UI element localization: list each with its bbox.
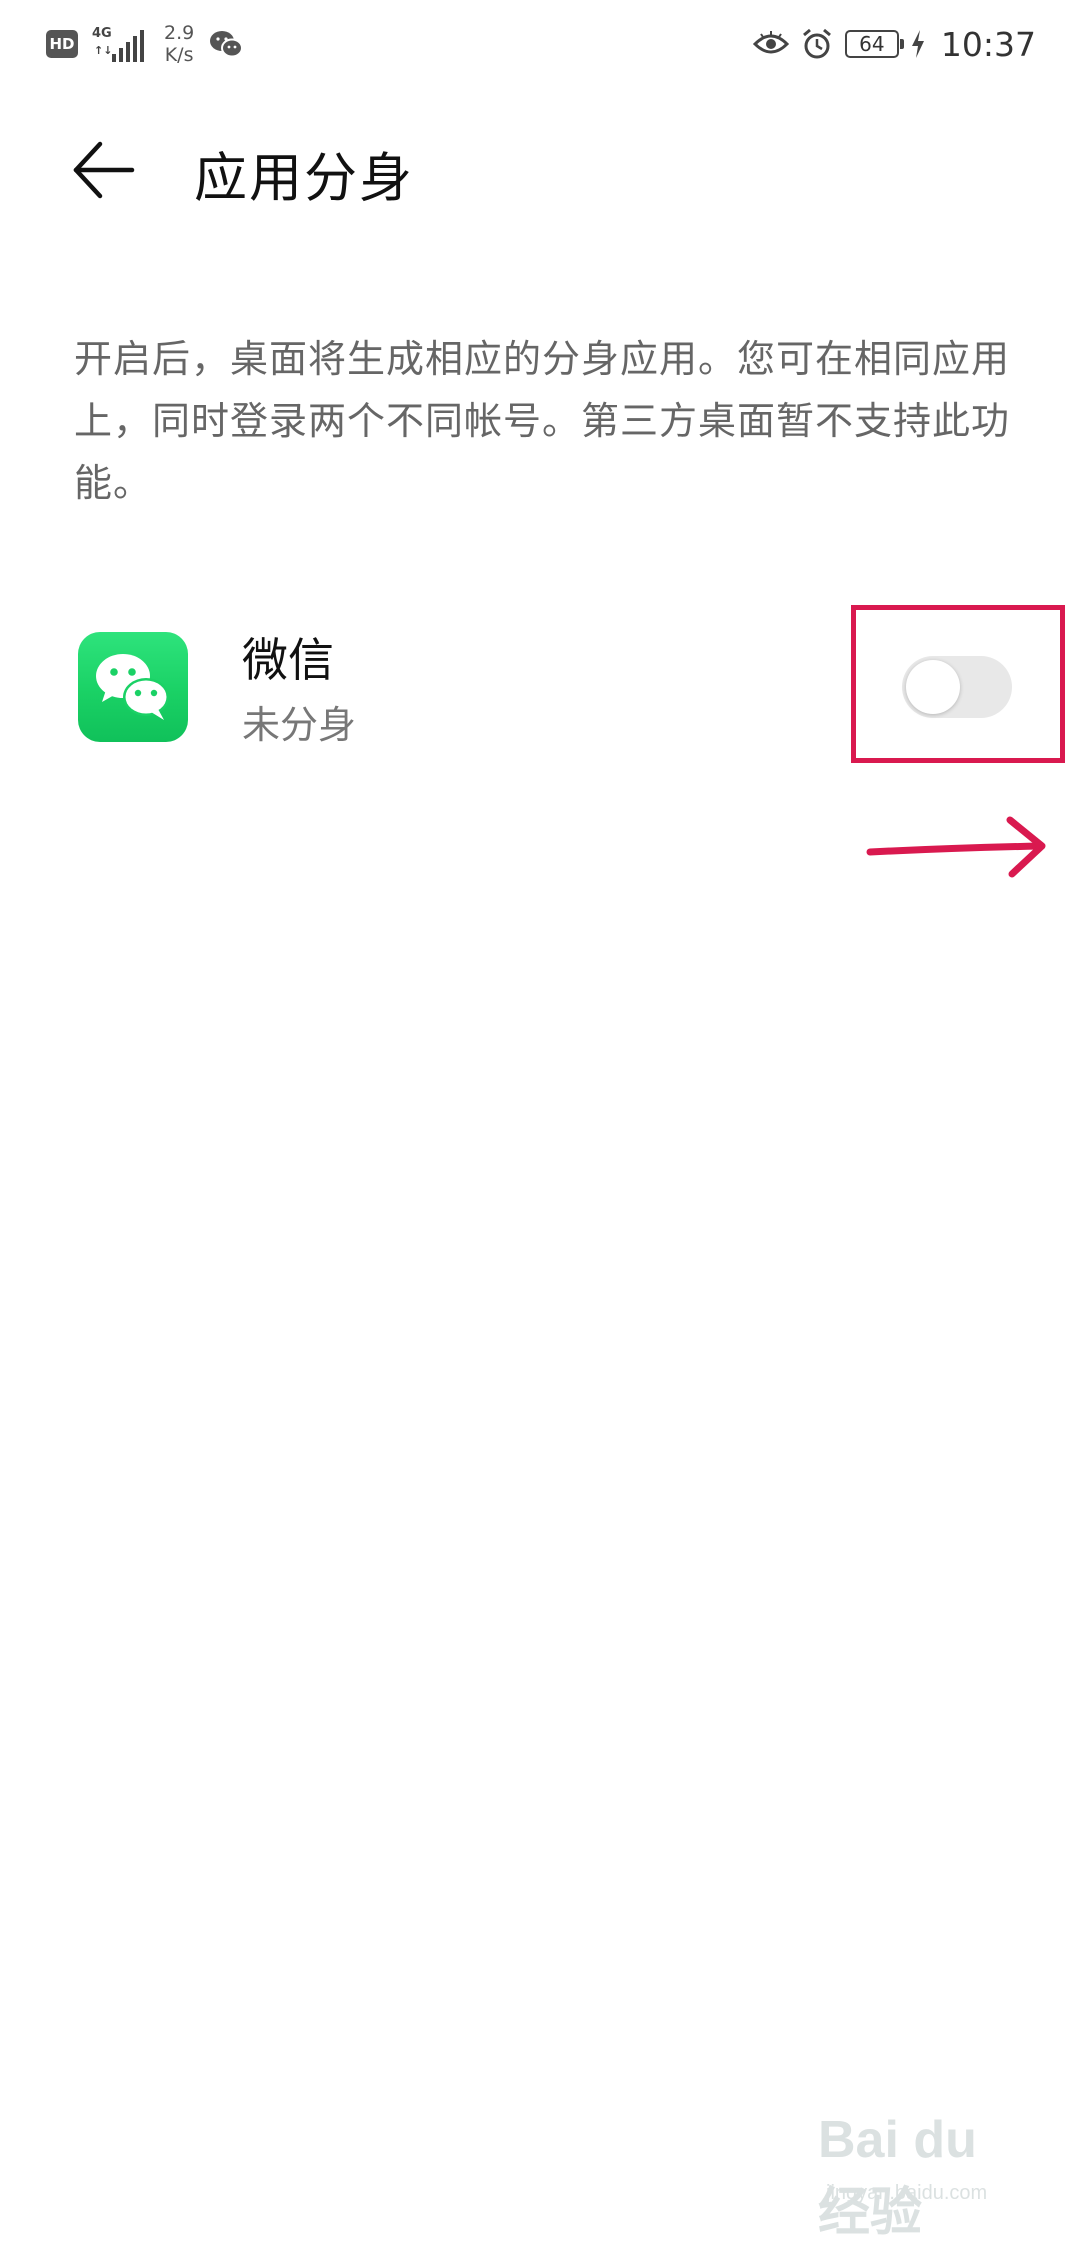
battery-level: 64 <box>859 32 885 56</box>
watermark-logo-text: Bai du 经验 <box>818 2111 977 2242</box>
eye-comfort-icon <box>752 31 789 54</box>
page-title: 应用分身 <box>194 148 414 209</box>
network-speed: 2.9 K/s <box>164 22 194 66</box>
feature-description: 开启后，桌面将生成相应的分身应用。您可在相同应用上，同时登录两个不同帐号。第三方… <box>74 337 1011 505</box>
speed-unit: K/s <box>164 44 194 66</box>
network-type: 4G <box>92 26 112 41</box>
app-bar: 应用分身 <box>0 120 1080 220</box>
battery-icon: 64 <box>844 30 904 58</box>
app-name: 微信 <box>242 633 334 687</box>
arrow-left-icon <box>73 141 135 199</box>
watermark-url: jingyan.baidu.com <box>826 2182 988 2204</box>
speed-value: 2.9 <box>164 22 195 44</box>
annotation-arrow-right-icon <box>866 816 1046 878</box>
wechat-app-icon <box>78 632 188 742</box>
charging-icon <box>911 30 924 58</box>
back-button[interactable] <box>70 138 142 202</box>
status-bar-left: HD 4G ↑↓ 2.9 K/s <box>46 18 244 70</box>
network-activity-arrows: ↑↓ <box>94 44 113 57</box>
hd-icon: HD <box>46 30 78 58</box>
status-bar: HD 4G ↑↓ 2.9 K/s 64 10:37 <box>0 0 1080 86</box>
watermark-logo: Bai du 经验 <box>818 2110 1038 2244</box>
hd-label: HD <box>49 35 75 53</box>
baidu-watermark: Bai du 经验 jingyan.baidu.com <box>818 2110 1038 2242</box>
annotation-highlight-box <box>851 605 1065 763</box>
status-bar-right: 64 10:37 <box>752 18 1036 70</box>
signal-bars <box>112 30 144 62</box>
wechat-notification-icon <box>210 31 244 58</box>
alarm-icon <box>802 28 831 59</box>
status-time: 10:37 <box>940 24 1036 64</box>
app-clone-status: 未分身 <box>242 703 357 747</box>
signal-icon: 4G ↑↓ <box>92 24 148 64</box>
